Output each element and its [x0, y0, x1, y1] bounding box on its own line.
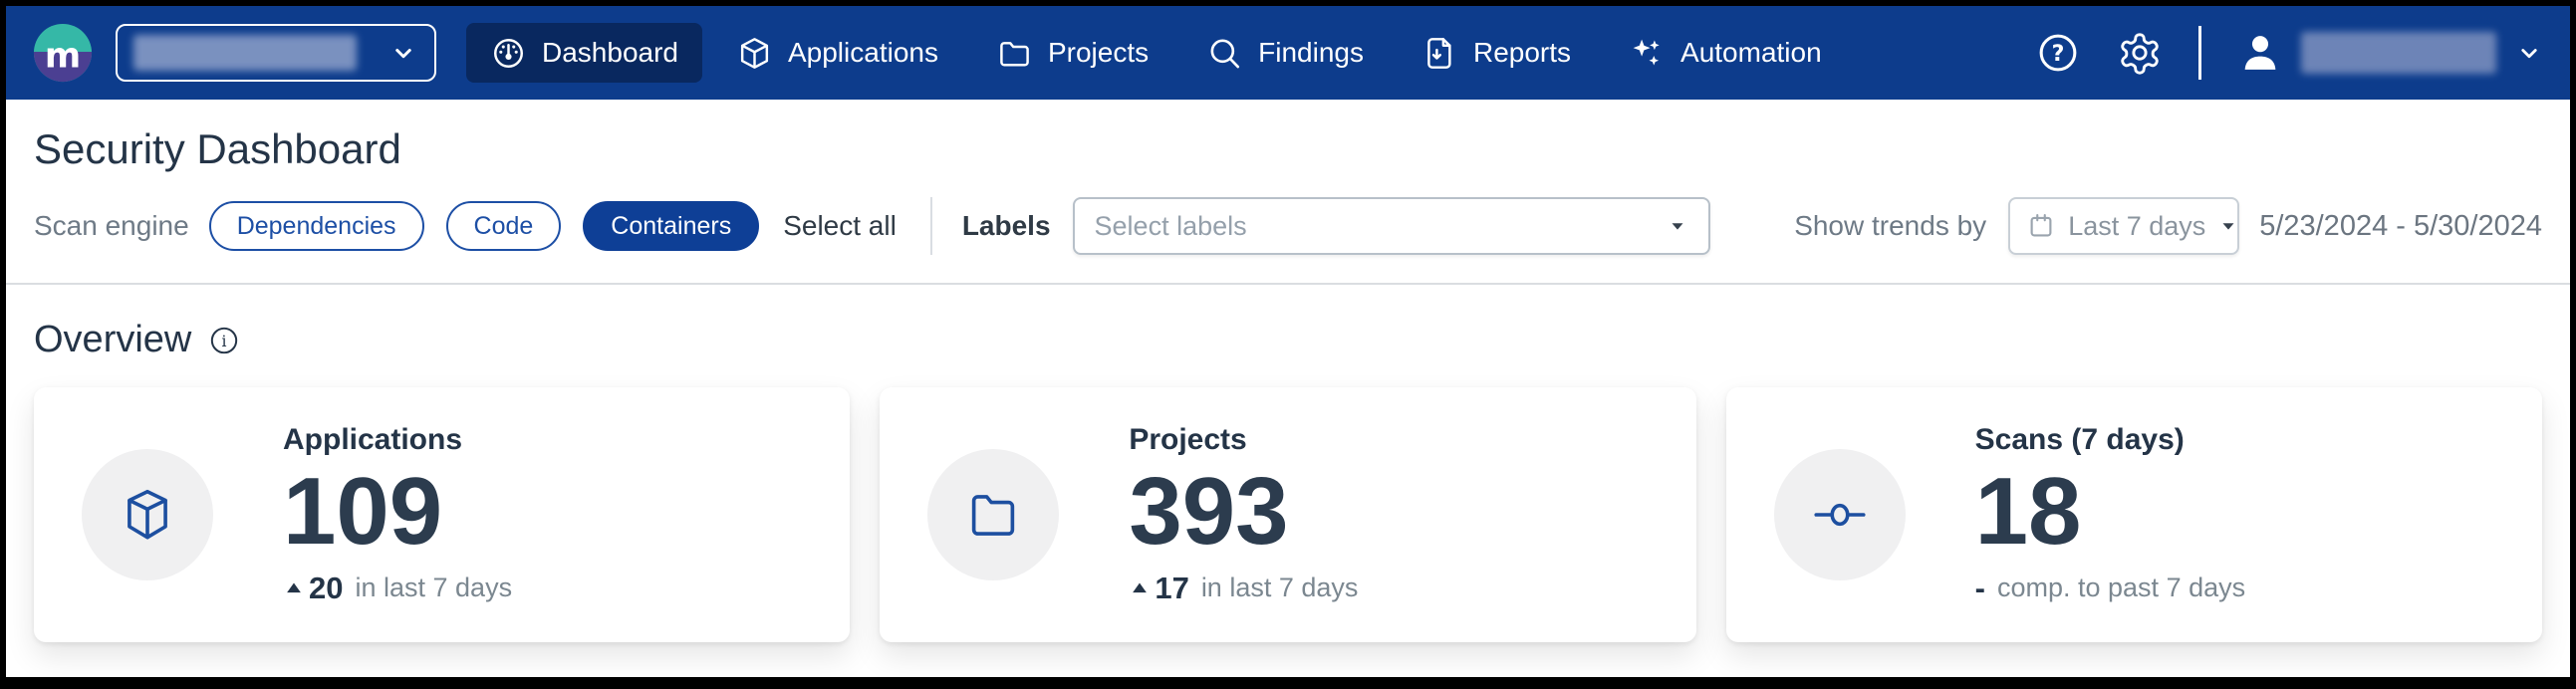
report-icon — [1421, 35, 1458, 72]
card-icon-circle — [927, 449, 1059, 580]
overview-heading: Overview — [34, 319, 191, 361]
card-value: 393 — [1129, 463, 1358, 561]
chevron-down-icon — [388, 38, 418, 68]
scan-icon — [1809, 484, 1871, 546]
nav-item-automation[interactable]: Automation — [1605, 23, 1846, 83]
card-trend: - comp. to past 7 days — [1975, 571, 2245, 606]
trends-period-select[interactable]: Last 7 days — [2008, 197, 2239, 255]
nav-item-label: Automation — [1680, 37, 1822, 69]
projects-card: Projects 393 17 in last 7 days — [880, 387, 1695, 642]
card-icon-circle — [82, 449, 213, 580]
overview-cards: Applications 109 20 in last 7 days — [34, 387, 2542, 642]
card-title: Scans (7 days) — [1975, 423, 2245, 457]
info-icon[interactable]: i — [207, 324, 241, 357]
select-all-link[interactable]: Select all — [783, 210, 897, 242]
gear-icon[interactable] — [2117, 30, 2163, 76]
card-value: 18 — [1975, 463, 2245, 561]
svg-text:?: ? — [2052, 42, 2065, 67]
nav-item-dashboard[interactable]: Dashboard — [466, 23, 702, 83]
user-avatar-icon — [2237, 30, 2283, 76]
trend-suffix: comp. to past 7 days — [1997, 573, 2245, 603]
page-title: Security Dashboard — [34, 125, 2570, 173]
trend-delta: 17 — [1155, 571, 1188, 606]
card-title: Applications — [283, 423, 512, 457]
dropdown-arrow-icon[interactable] — [2217, 215, 2239, 237]
cube-icon — [736, 35, 773, 72]
user-menu[interactable] — [2237, 30, 2544, 76]
navbar-divider — [2198, 26, 2201, 80]
trend-suffix: in last 7 days — [1201, 573, 1359, 603]
chip-containers[interactable]: Containers — [583, 201, 759, 251]
trend-delta: - — [1975, 571, 1985, 606]
labels-label: Labels — [962, 210, 1051, 242]
applications-card: Applications 109 20 in last 7 days — [34, 387, 850, 642]
scan-engine-label: Scan engine — [34, 210, 189, 242]
folder-icon — [962, 484, 1024, 546]
section-divider — [6, 283, 2570, 285]
trend-up-icon — [1129, 577, 1151, 599]
page-content: Security Dashboard Scan engine Dependenc… — [6, 100, 2570, 677]
organization-selector[interactable] — [116, 24, 436, 82]
nav-item-projects[interactable]: Projects — [972, 23, 1172, 83]
svg-text:m: m — [45, 37, 81, 77]
card-value: 109 — [283, 463, 512, 561]
labels-select[interactable] — [1073, 197, 1710, 255]
search-icon — [1206, 35, 1243, 72]
scan-engine-chips: Dependencies Code Containers — [209, 201, 760, 251]
mend-logo-icon[interactable]: m — [32, 22, 94, 84]
navbar-right-group: ? — [2035, 26, 2544, 80]
trends-period-value: Last 7 days — [2068, 211, 2205, 242]
nav-item-label: Applications — [788, 37, 938, 69]
nav-item-findings[interactable]: Findings — [1182, 23, 1388, 83]
nav-item-applications[interactable]: Applications — [712, 23, 962, 83]
card-trend: 20 in last 7 days — [283, 571, 512, 606]
trend-up-icon — [283, 577, 305, 599]
organization-name-redacted — [133, 35, 357, 71]
main-navigation: Dashboard Applications Projects — [466, 23, 1846, 83]
overview-header: Overview i — [34, 319, 2570, 361]
card-icon-circle — [1774, 449, 1906, 580]
gauge-icon — [490, 35, 527, 72]
nav-item-label: Findings — [1258, 37, 1364, 69]
chip-dependencies[interactable]: Dependencies — [209, 201, 424, 251]
card-trend: 17 in last 7 days — [1129, 571, 1358, 606]
cube-icon — [117, 484, 178, 546]
card-title: Projects — [1129, 423, 1358, 457]
scans-card: Scans (7 days) 18 - comp. to past 7 days — [1726, 387, 2542, 642]
filter-bar: Scan engine Dependencies Code Containers… — [6, 173, 2570, 283]
folder-icon — [996, 35, 1033, 72]
labels-input[interactable] — [1095, 211, 1667, 242]
date-range-text: 5/23/2024 - 5/30/2024 — [2259, 210, 2542, 243]
chip-code[interactable]: Code — [446, 201, 562, 251]
sparkles-icon — [1629, 35, 1666, 72]
dropdown-arrow-icon[interactable] — [1667, 215, 1688, 237]
show-trends-label: Show trends by — [1794, 210, 1986, 242]
user-name-redacted — [2301, 32, 2496, 74]
trend-suffix: in last 7 days — [355, 573, 512, 603]
app-window: m Das — [6, 6, 2570, 677]
chevron-down-icon — [2514, 38, 2544, 68]
nav-item-label: Reports — [1473, 37, 1571, 69]
nav-item-label: Dashboard — [542, 37, 678, 69]
top-navbar: m Das — [6, 6, 2570, 100]
svg-text:i: i — [222, 333, 227, 350]
filter-divider — [930, 197, 932, 255]
calendar-icon — [2026, 211, 2056, 241]
nav-item-label: Projects — [1048, 37, 1149, 69]
trend-delta: 20 — [309, 571, 343, 606]
help-icon[interactable]: ? — [2035, 30, 2081, 76]
nav-item-reports[interactable]: Reports — [1398, 23, 1595, 83]
